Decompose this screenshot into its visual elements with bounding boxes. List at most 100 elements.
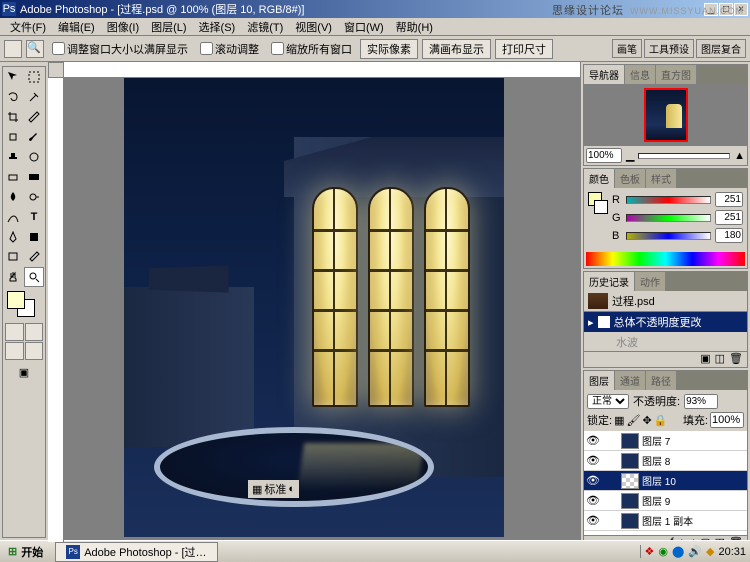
tab-color[interactable]: 颜色 xyxy=(584,169,615,188)
fill-input[interactable] xyxy=(710,412,744,428)
wand-tool[interactable] xyxy=(24,87,44,107)
history-brush-tool[interactable] xyxy=(24,147,44,167)
menu-file[interactable]: 文件(F) xyxy=(4,19,52,35)
zoom-tool[interactable] xyxy=(24,267,44,287)
brush-tool[interactable] xyxy=(24,127,44,147)
visibility-icon[interactable]: 👁 xyxy=(584,474,602,487)
menu-window[interactable]: 窗口(W) xyxy=(338,19,390,35)
b-input[interactable] xyxy=(715,228,743,243)
menu-edit[interactable]: 编辑(E) xyxy=(52,19,101,35)
tray-icon[interactable]: ◆ xyxy=(706,545,714,558)
tray-icon[interactable]: ◉ xyxy=(658,545,668,558)
layer-thumbnail[interactable] xyxy=(621,473,639,489)
visibility-icon[interactable]: 👁 xyxy=(584,454,602,467)
type-tool[interactable]: T xyxy=(24,207,44,227)
ruler-origin[interactable] xyxy=(48,62,64,78)
zoom-input[interactable] xyxy=(586,148,622,163)
gradient-tool[interactable] xyxy=(24,167,44,187)
tab-styles[interactable]: 样式 xyxy=(646,169,677,188)
start-button[interactable]: ⊞ 开始 xyxy=(0,544,51,560)
opacity-input[interactable] xyxy=(684,394,718,409)
layer-row[interactable]: 👁图层 10 xyxy=(584,471,747,491)
lock-trans-icon[interactable]: ▦ xyxy=(614,414,624,427)
quickmask-mode-button[interactable] xyxy=(25,323,44,341)
tab-navigator[interactable]: 导航器 xyxy=(584,65,625,84)
foreground-swatch[interactable] xyxy=(7,291,25,309)
hand-tool[interactable] xyxy=(3,267,23,287)
screen-full-button[interactable] xyxy=(25,342,44,360)
menu-image[interactable]: 图像(I) xyxy=(101,19,145,35)
crop-tool[interactable] xyxy=(3,107,23,127)
clock[interactable]: 20:31 xyxy=(718,546,746,558)
lock-paint-icon[interactable]: 🖌 xyxy=(626,414,640,427)
screen-std-button[interactable] xyxy=(5,342,24,360)
notes-tool[interactable] xyxy=(3,247,23,267)
tab-channels[interactable]: 通道 xyxy=(615,371,646,390)
tray-icon[interactable]: ❖ xyxy=(645,545,655,558)
layer-thumbnail[interactable] xyxy=(621,453,639,469)
menu-help[interactable]: 帮助(H) xyxy=(390,19,439,35)
tab-histogram[interactable]: 直方图 xyxy=(656,65,697,84)
scroll-zoom-checkbox[interactable]: 滚动调整 xyxy=(200,41,259,57)
tab-swatches[interactable]: 色板 xyxy=(615,169,646,188)
zoom-slider[interactable] xyxy=(638,153,730,159)
path-tool[interactable] xyxy=(3,207,23,227)
document-canvas[interactable] xyxy=(124,67,504,537)
tab-layers[interactable]: 图层 xyxy=(584,371,615,390)
new-snapshot-icon[interactable]: ▣ xyxy=(700,352,710,367)
layer-row[interactable]: 👁图层 1 副本 xyxy=(584,511,747,531)
ruler-horizontal[interactable] xyxy=(64,62,580,78)
layer-thumbnail[interactable] xyxy=(621,513,639,529)
lasso-tool[interactable] xyxy=(3,87,23,107)
resize-window-checkbox[interactable]: 调整窗口大小以满屏显示 xyxy=(52,41,188,57)
g-slider[interactable] xyxy=(626,214,711,222)
heal-tool[interactable] xyxy=(3,127,23,147)
stamp-tool[interactable] xyxy=(3,147,23,167)
lock-move-icon[interactable]: ✥ xyxy=(642,414,651,427)
shape-tool[interactable] xyxy=(24,227,44,247)
zoom-all-checkbox[interactable]: 缩放所有窗口 xyxy=(271,41,352,57)
new-doc-icon[interactable]: ◫ xyxy=(715,352,725,367)
history-entry[interactable]: ▸ 总体不透明度更改 xyxy=(584,312,747,332)
blur-tool[interactable] xyxy=(3,187,23,207)
tab-tool-presets[interactable]: 工具预设 xyxy=(644,39,694,58)
zoom-out-icon[interactable]: ▁ xyxy=(626,149,634,162)
zoom-tool-icon[interactable]: 🔍 xyxy=(26,40,44,58)
pen-tool[interactable] xyxy=(3,227,23,247)
jump-to-iready-icon[interactable]: ▣ xyxy=(3,362,45,383)
tab-actions[interactable]: 动作 xyxy=(635,272,666,291)
layer-row[interactable]: 👁图层 9 xyxy=(584,491,747,511)
zoom-in-icon[interactable]: ▲ xyxy=(734,150,745,162)
layer-thumbnail[interactable] xyxy=(621,493,639,509)
standard-mode-button[interactable] xyxy=(5,323,24,341)
tab-history[interactable]: 历史记录 xyxy=(584,272,635,291)
tab-paths[interactable]: 路径 xyxy=(646,371,677,390)
actual-pixels-button[interactable]: 实际像素 xyxy=(360,39,418,59)
layer-row[interactable]: 👁图层 8 xyxy=(584,451,747,471)
tray-icon[interactable]: ⬤ xyxy=(672,545,684,558)
color-swatches[interactable] xyxy=(3,287,45,321)
ruler-vertical[interactable] xyxy=(48,78,64,542)
menu-view[interactable]: 视图(V) xyxy=(289,19,338,35)
slice-tool[interactable] xyxy=(24,107,44,127)
eraser-tool[interactable] xyxy=(3,167,23,187)
dodge-tool[interactable] xyxy=(24,187,44,207)
blend-mode-select[interactable]: 正常 xyxy=(587,394,629,409)
visibility-icon[interactable]: 👁 xyxy=(584,494,602,507)
tab-info[interactable]: 信息 xyxy=(625,65,656,84)
menu-select[interactable]: 选择(S) xyxy=(193,19,242,35)
marquee-tool[interactable] xyxy=(24,67,44,87)
menu-layer[interactable]: 图层(L) xyxy=(145,19,192,35)
taskbar-app-button[interactable]: Ps Adobe Photoshop - [过… xyxy=(55,542,217,562)
tab-layer-comps[interactable]: 图层复合 xyxy=(696,39,746,58)
navigator-thumbnail[interactable] xyxy=(584,84,747,146)
history-entry[interactable]: 水波 xyxy=(584,332,747,351)
trash-icon[interactable]: 🗑 xyxy=(729,352,743,367)
tab-brushes[interactable]: 画笔 xyxy=(612,39,642,58)
print-size-button[interactable]: 打印尺寸 xyxy=(495,39,553,59)
g-input[interactable] xyxy=(715,210,743,225)
b-slider[interactable] xyxy=(626,232,711,240)
r-slider[interactable] xyxy=(626,196,711,204)
layer-row[interactable]: 👁图层 7 xyxy=(584,431,747,451)
menu-filter[interactable]: 滤镜(T) xyxy=(241,19,289,35)
